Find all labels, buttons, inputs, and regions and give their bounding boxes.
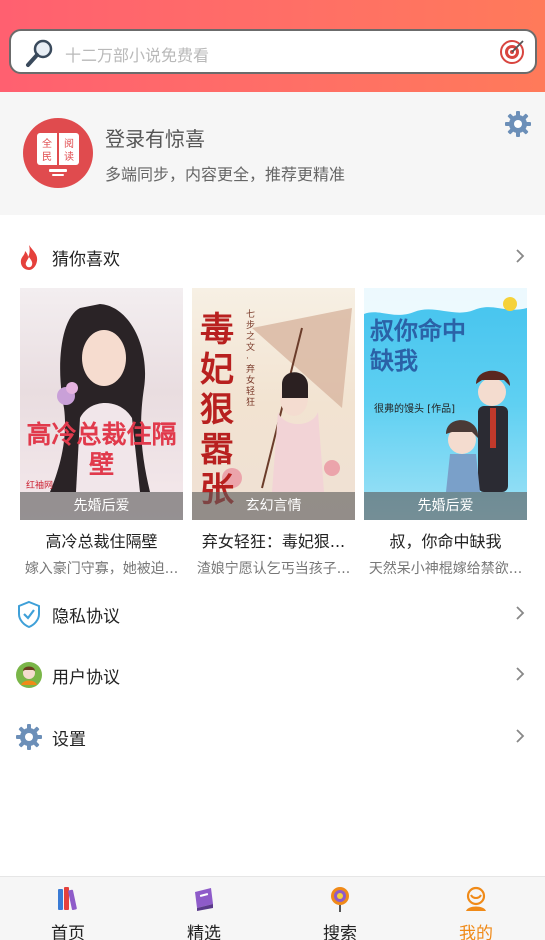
- cover-title-art: 毒妃狠嚣张: [200, 310, 234, 510]
- book-tag: 玄幻言情: [192, 492, 355, 520]
- search-icon: [26, 39, 53, 67]
- chevron-right-icon[interactable]: [515, 666, 525, 682]
- menu-label: 设置: [52, 730, 86, 750]
- chevron-right-icon[interactable]: [515, 728, 525, 744]
- menu-item-privacy[interactable]: 隐私协议: [0, 588, 545, 640]
- login-panel[interactable]: 全 阅 民 读 登录有惊喜 多端同步，内容更全，推荐更精准: [0, 92, 545, 215]
- book-desc: 嫁入豪门守寡，她被迫...: [24, 561, 179, 577]
- cover-title-art: 高冷总裁住隔壁: [26, 420, 177, 479]
- book-cover[interactable]: 高冷总裁住隔壁 红袖网 先婚后爱: [20, 288, 183, 520]
- book-stack-icon: [195, 888, 213, 911]
- login-title[interactable]: 登录有惊喜: [105, 123, 205, 152]
- menu-item-user-agreement[interactable]: 用户协议: [0, 649, 545, 701]
- svg-text:民: 民: [42, 151, 52, 163]
- user-avatar-icon: [16, 662, 42, 688]
- tab-label: 搜索: [323, 924, 357, 940]
- gear-icon: [16, 724, 42, 750]
- book-cover[interactable]: 叔你命中缺我 很弗的馒头 [作品] 先婚后爱: [364, 288, 527, 520]
- header: 十二万部小说免费看: [0, 0, 545, 92]
- svg-text:阅: 阅: [64, 137, 74, 150]
- target-icon[interactable]: [499, 39, 525, 65]
- book-card[interactable]: 叔你命中缺我 很弗的馒头 [作品] 先婚后爱 叔，你命中缺我 天然呆小神棍嫁给禁…: [364, 288, 527, 578]
- cover-title-art: 叔你命中缺我: [370, 317, 466, 375]
- tab-home[interactable]: 首页: [0, 877, 136, 940]
- app-logo: 全 阅 民 读: [23, 118, 93, 188]
- login-subtitle: 多端同步，内容更全，推荐更精准: [105, 165, 346, 184]
- menu-item-settings[interactable]: 设置: [0, 711, 545, 763]
- tab-mine[interactable]: 我的: [408, 877, 544, 940]
- flame-icon: [20, 245, 38, 270]
- recommend-header[interactable]: 猜你喜欢: [0, 231, 545, 283]
- book-card[interactable]: 毒妃狠嚣张 七步之文 · 弃女轻狂 玄幻言情 弃女轻狂：毒妃狠... 渣娘宁愿认…: [192, 288, 355, 578]
- svg-text:读: 读: [64, 150, 74, 163]
- cover-publisher: 七步之文 · 弃女轻狂: [246, 310, 256, 408]
- lollipop-icon: [331, 887, 349, 912]
- chevron-right-icon[interactable]: [515, 605, 525, 621]
- book-desc: 天然呆小神棍嫁给禁欲...: [368, 561, 523, 577]
- tab-search[interactable]: 搜索: [272, 877, 408, 940]
- cover-publisher: 红袖网: [26, 481, 54, 491]
- book-card[interactable]: 高冷总裁住隔壁 红袖网 先婚后爱 高冷总裁住隔壁 嫁入豪门守寡，她被迫...: [20, 288, 183, 578]
- book-title[interactable]: 弃女轻狂：毒妃狠...: [192, 528, 355, 552]
- svg-text:全: 全: [42, 137, 52, 150]
- search-bar[interactable]: 十二万部小说免费看: [9, 29, 537, 74]
- menu-label: 隐私协议: [52, 607, 120, 627]
- book-desc: 渣娘宁愿认乞丐当孩子...: [196, 561, 351, 577]
- book-tag: 先婚后爱: [364, 492, 527, 520]
- search-input[interactable]: 十二万部小说免费看: [65, 42, 209, 66]
- tab-featured[interactable]: 精选: [136, 877, 272, 940]
- book-title[interactable]: 叔，你命中缺我: [364, 528, 527, 552]
- settings-gear-icon[interactable]: [504, 110, 532, 138]
- shield-check-icon: [18, 600, 40, 628]
- menu-label: 用户协议: [52, 668, 120, 688]
- book-tag: 先婚后爱: [20, 492, 183, 520]
- book-title[interactable]: 高冷总裁住隔壁: [20, 528, 183, 552]
- recommend-title: 猜你喜欢: [52, 250, 120, 270]
- chevron-right-icon[interactable]: [515, 248, 525, 264]
- bottom-tab-bar: 首页 精选 搜索 我的: [0, 876, 545, 940]
- cover-publisher: 很弗的馒头 [作品]: [374, 404, 455, 415]
- books-icon: [58, 887, 77, 911]
- book-cover[interactable]: 毒妃狠嚣张 七步之文 · 弃女轻狂 玄幻言情: [192, 288, 355, 520]
- person-icon: [466, 886, 486, 911]
- tab-label: 我的: [459, 924, 493, 940]
- tab-label: 首页: [51, 924, 85, 940]
- tab-label: 精选: [187, 924, 221, 940]
